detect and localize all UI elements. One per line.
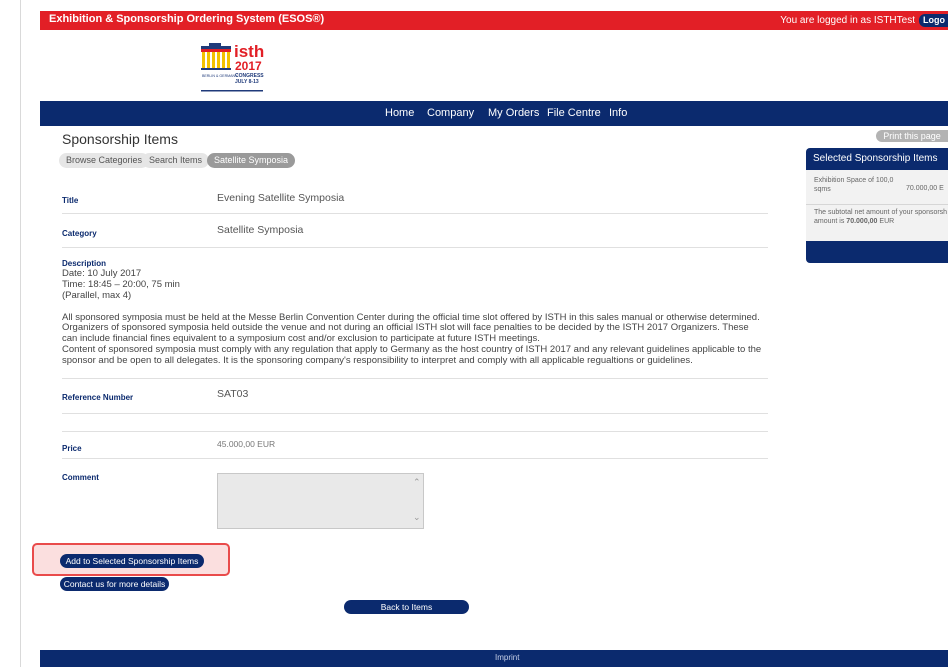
side-panel-footer [806, 241, 948, 263]
tab-satellite-symposia[interactable]: Satellite Symposia [207, 153, 296, 168]
description-body-line: Organizers of sponsored symposia held ou… [62, 322, 749, 333]
footer-bar: Imprint [40, 650, 948, 667]
side-divider [806, 204, 948, 205]
add-to-selected-button[interactable]: Add to Selected Sponsorship Items [60, 554, 204, 568]
login-status: You are logged in as ISTHTest [780, 15, 915, 26]
comment-label: Comment [62, 473, 99, 482]
description-label: Description [62, 259, 107, 268]
nav-home[interactable]: Home [385, 107, 414, 119]
subtotal-line-2: amount is 70.000,00 EUR [814, 217, 947, 226]
comment-textarea[interactable] [217, 473, 424, 529]
nav-my-orders[interactable]: My Orders [488, 107, 539, 119]
print-page-button[interactable]: Print this page [876, 130, 948, 142]
top-bar: Exhibition & Sponsorship Ordering System… [40, 11, 948, 30]
scroll-down-icon[interactable]: ⌄ [413, 512, 944, 664]
logout-button[interactable]: Logo [919, 14, 948, 27]
subtotal-line-1: The subtotal net amount of your sponsors… [814, 209, 948, 216]
isth-congress-logo: isth 2017 CONGRESS JULY 8-13 BERLIN & GE… [199, 40, 265, 96]
category-value: Satellite Symposia [217, 224, 304, 236]
divider [62, 247, 768, 248]
tab-browse-categories[interactable]: Browse Categories [59, 153, 150, 168]
subtotal-amount: 70.000,00 [846, 218, 878, 225]
scroll-up-icon[interactable]: ⌃ [413, 477, 944, 488]
main-nav: Home Company My Orders File Centre Info [40, 101, 948, 126]
nav-info[interactable]: Info [609, 107, 627, 119]
description-time: Time: 18:45 – 20:00, 75 min [62, 279, 180, 290]
tab-search-items[interactable]: Search Items [142, 153, 210, 168]
selected-item-name-line-2: sqms [814, 186, 831, 193]
reference-label: Reference Number [62, 393, 134, 402]
subtotal-suffix: EUR [877, 218, 895, 225]
description-body-line: Content of sponsored symposia must compl… [62, 344, 762, 355]
selected-items-title: Selected Sponsorship Items [806, 148, 948, 170]
nav-company[interactable]: Company [427, 107, 474, 119]
selected-item-name: Exhibition Space of 100,0 sqms [814, 176, 914, 194]
subtotal-prefix: amount is [814, 218, 847, 225]
logo-year: 2017 [235, 59, 262, 73]
logo-city: BERLIN & GERMANY [202, 74, 238, 78]
logo-dates: JULY 8-13 [235, 79, 259, 85]
selected-item-name-line-1: Exhibition Space of 100,0 [814, 177, 894, 184]
divider [62, 413, 768, 414]
title-label: Title [62, 196, 79, 205]
app-name: Exhibition & Sponsorship Ordering System… [49, 13, 325, 25]
description-body-line: can include financial fines equivalent t… [62, 333, 540, 344]
divider [62, 458, 768, 459]
reference-value: SAT03 [217, 388, 249, 400]
divider [62, 213, 768, 214]
description-date: Date: 10 July 2017 [62, 268, 142, 279]
price-value: 45.000,00 EUR [217, 439, 276, 449]
title-value: Evening Satellite Symposia [217, 192, 345, 204]
selected-items-panel: Selected Sponsorship Items Exhibition Sp… [806, 148, 948, 263]
imprint-link[interactable]: Imprint [495, 653, 519, 662]
back-to-items-button[interactable]: Back to Items [344, 600, 469, 614]
page-title: Sponsorship Items [62, 131, 178, 147]
price-label: Price [62, 444, 82, 453]
contact-us-button[interactable]: Contact us for more details [60, 577, 169, 591]
divider [62, 431, 768, 432]
divider [62, 378, 768, 379]
nav-file-centre[interactable]: File Centre [547, 107, 601, 119]
description-parallel: (Parallel, max 4) [62, 290, 132, 301]
description-body-line: sponsor and be open to all delegates. It… [62, 355, 693, 366]
selected-item-price: 70.000,00 E [906, 185, 944, 192]
subtotal-text: The subtotal net amount of your sponsors… [814, 208, 947, 226]
category-label: Category [62, 229, 97, 238]
